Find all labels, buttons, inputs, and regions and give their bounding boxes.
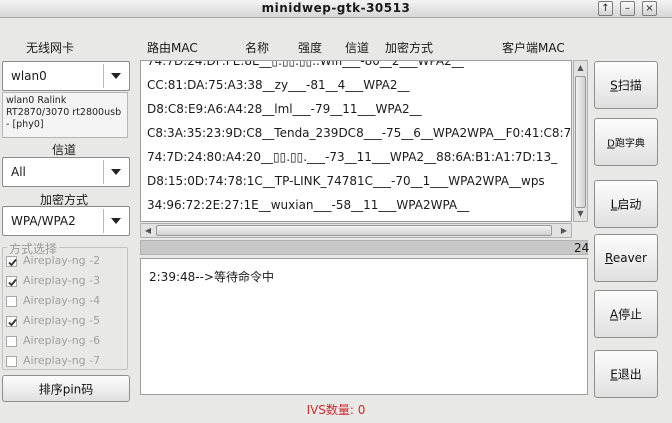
wireless-card-value: wlan0 [11,69,47,83]
scan-button[interactable]: S扫描 [594,61,658,109]
list-item[interactable]: D8:15:0D:74:78:1C__TP-LINK_74781C___-70_… [147,174,545,188]
scroll-down-icon[interactable]: ▼ [574,207,587,221]
vertical-scroll-thumb[interactable] [575,76,586,208]
log-line: 2:39:48-->等待命令中 [149,270,274,284]
mode-checkbox-label: Aireplay-ng -3 [23,274,101,287]
checkbox[interactable] [6,336,17,347]
log-output: 2:39:48-->等待命令中 [140,258,588,395]
channel-value: All [11,165,26,179]
mode-checkbox-row[interactable]: Aireplay-ng -7 [6,353,126,371]
checkbox[interactable] [6,356,17,367]
channel-select[interactable]: All [2,157,130,187]
list-item[interactable]: C8:3A:35:23:9D:C8__Tenda_239DC8___-75__6… [147,126,571,140]
scan-button-label: 扫描 [617,78,642,93]
start-button-label: 启动 [617,197,642,212]
mode-checkbox-row[interactable]: Aireplay-ng -2 [6,253,126,271]
wireless-card-info: wlan0 Ralink RT2870/3070 rt2800usb - [ph… [2,92,128,138]
access-point-list[interactable]: 74:7D:24:DF:FE:8E__▯.▯▯.▯▯..Wifi___-80__… [140,60,572,222]
checkmark-icon [8,318,17,327]
reaver-button-accel: R [605,251,613,265]
list-item[interactable]: 74:7D:24:DF:FE:8E__▯.▯▯.▯▯..Wifi___-80__… [147,61,464,68]
header-name: 名称 [245,41,270,55]
wireless-card-select[interactable]: wlan0 [2,61,130,91]
stop-button-accel: A [609,307,619,322]
header-strength: 强度 [298,41,323,55]
chevron-down-icon [103,209,127,233]
list-item[interactable]: CC:81:DA:75:A3:38__zy___-81__4___WPA2__ [147,78,409,92]
window-title: minidwep-gtk-30513 [261,1,411,15]
mode-checkbox-row[interactable]: Aireplay-ng -6 [6,333,126,351]
channel-label: 信道 [52,143,77,157]
list-item[interactable]: 34:96:72:2E:27:1E__wuxian___-58__11___WP… [147,198,469,212]
chevron-down-icon [103,160,127,184]
checkbox[interactable] [6,276,17,287]
ivs-count: IVS数量: 0 [306,403,366,417]
close-icon[interactable]: × [642,1,657,16]
encryption-value: WPA/WPA2 [11,214,76,228]
start-button[interactable]: L启动 [594,180,658,228]
reaver-button[interactable]: Reaver [594,234,658,282]
stop-button-label: 停止 [618,307,643,322]
wireless-card-label: 无线网卡 [26,41,75,55]
progress-text: 24 [574,241,590,255]
header-client-mac: 客户端MAC [502,41,565,55]
horizontal-scroll-thumb[interactable] [156,225,552,236]
header-router-mac: 路由MAC [147,41,198,55]
stop-button[interactable]: A停止 [594,290,658,338]
mode-selection-group: 方式选择 Aireplay-ng -2 Aireplay-ng -3 Airepla… [2,240,128,371]
mode-checkbox-label: Aireplay-ng -4 [23,294,101,307]
exit-button-accel: E [610,367,618,382]
dictionary-button-label: 跑字典 [614,138,645,150]
mode-checkbox-label: Aireplay-ng -5 [23,314,101,327]
reaver-button-label: eaver [612,251,647,265]
progress-bar [140,240,588,255]
list-item[interactable]: D8:C8:E9:A6:A4:28__lml___-79__11___WPA2_… [147,102,422,116]
mode-checkbox-row[interactable]: Aireplay-ng -4 [6,293,126,311]
header-encryption: 加密方式 [385,41,434,55]
header-channel: 信道 [345,41,370,55]
checkmark-icon [8,278,17,287]
scroll-right-icon[interactable]: ▶ [557,224,571,237]
mode-checkbox-row[interactable]: Aireplay-ng -3 [6,273,126,291]
dictionary-button[interactable]: D跑字典 [594,118,658,166]
list-horizontal-scrollbar[interactable]: ◀ ▶ [140,223,572,238]
list-vertical-scrollbar[interactable]: ▲ ▼ [573,60,588,222]
checkbox[interactable] [6,296,17,307]
encryption-select[interactable]: WPA/WPA2 [2,206,130,236]
mode-checkbox-label: Aireplay-ng -7 [23,354,101,367]
mode-checkbox-label: Aireplay-ng -2 [23,254,101,267]
up-arrow-icon[interactable]: ↑ [598,1,613,16]
checkmark-icon [8,258,17,267]
checkbox[interactable] [6,256,17,267]
exit-button[interactable]: E退出 [594,350,658,398]
list-item[interactable]: 74:7D:24:80:A4:20__▯▯.▯▯.___-73__11___WP… [147,150,557,164]
checkbox[interactable] [6,316,17,327]
scan-button-accel: S [610,78,618,93]
dictionary-button-accel: D [607,138,615,150]
exit-button-label: 退出 [617,367,642,382]
title-bar: minidwep-gtk-30513 ↑ – × [0,0,672,18]
scroll-left-icon[interactable]: ◀ [141,224,155,237]
mode-checkbox-row[interactable]: Aireplay-ng -5 [6,313,126,331]
chevron-down-icon [103,64,127,88]
mode-checkbox-label: Aireplay-ng -6 [23,334,101,347]
minimize-icon[interactable]: – [620,1,635,16]
sort-pin-button[interactable]: 排序pin码 [2,375,130,402]
scroll-up-icon[interactable]: ▲ [574,61,587,75]
sort-pin-button-label: 排序pin码 [38,382,94,396]
